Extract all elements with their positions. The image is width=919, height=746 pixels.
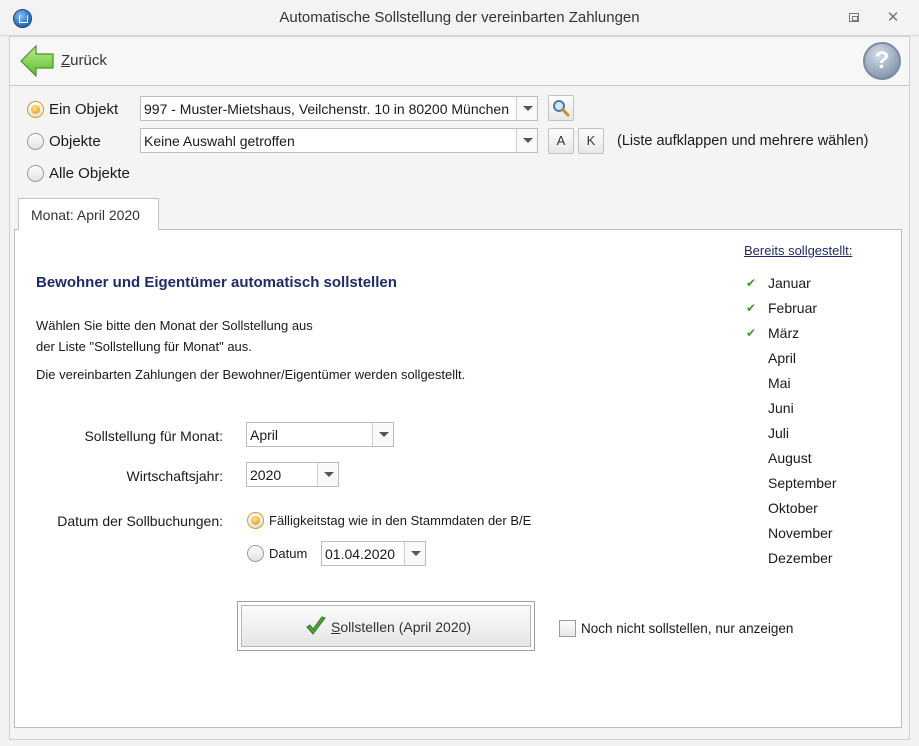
tab-month[interactable]: Monat: April 2020 (18, 198, 159, 230)
back-button[interactable]: Zurück (20, 43, 120, 79)
multi-object-value: Keine Auswahl getroffen (144, 133, 295, 149)
already-booked-title: Bereits sollgestellt: (744, 243, 853, 258)
single-object-label: Ein Objekt (49, 101, 119, 118)
chevron-down-icon[interactable] (372, 423, 393, 446)
month-item: Juli (768, 425, 790, 441)
chevron-down-icon[interactable] (404, 542, 425, 565)
month-value: April (250, 427, 279, 443)
search-object-button[interactable] (548, 95, 574, 121)
custom-date-radio[interactable] (247, 545, 264, 562)
month-label: Sollstellung für Monat: (84, 428, 223, 444)
month-item: Mai (768, 375, 791, 391)
single-object-value: 997 - Muster-Mietshaus, Veilchenstr. 10 … (144, 101, 509, 117)
chevron-down-icon[interactable] (317, 463, 338, 486)
month-item: Dezember (768, 550, 833, 566)
multi-object-label: Objekte (49, 133, 101, 150)
submit-button[interactable]: Sollstellen (April 2020) (237, 601, 535, 651)
back-label: Zurück (61, 52, 107, 69)
checkmark-icon (306, 616, 326, 635)
multi-object-radio[interactable] (27, 133, 44, 150)
tab-month-label: Monat: April 2020 (31, 207, 140, 223)
month-item: August (768, 450, 812, 466)
help-icon: ? (874, 47, 890, 74)
fiscal-year-label: Wirtschaftsjahr: (126, 468, 223, 484)
section-heading: Bewohner und Eigentümer automatisch soll… (36, 274, 397, 291)
instruction-line-3: Die vereinbarten Zahlungen der Bewohner/… (36, 367, 466, 382)
close-button[interactable]: ✕ (884, 9, 902, 27)
select-all-button[interactable]: A (548, 128, 574, 154)
fiscal-year-select[interactable]: 2020 (246, 462, 339, 487)
due-date-label: Fälligkeitstag wie in den Stammdaten der… (269, 513, 532, 528)
single-object-select[interactable]: 997 - Muster-Mietshaus, Veilchenstr. 10 … (140, 96, 538, 121)
chevron-down-icon[interactable] (516, 129, 537, 152)
window-title: Automatische Sollstellung der vereinbart… (279, 9, 640, 26)
checkmark-icon: ✔ (746, 276, 757, 290)
month-item: März (768, 325, 800, 341)
date-value: 01.04.2020 (325, 546, 396, 562)
back-arrow-icon (20, 45, 54, 77)
multi-object-hint: (Liste aufklappen und mehrere wählen) (617, 133, 869, 149)
submit-label: Sollstellen (April 2020) (331, 619, 472, 635)
checkmark-icon: ✔ (746, 326, 757, 340)
fiscal-year-value: 2020 (250, 467, 282, 483)
chevron-down-icon[interactable] (516, 97, 537, 120)
all-objects-label: Alle Objekte (49, 165, 130, 182)
month-item: Oktober (768, 500, 818, 516)
single-object-radio[interactable] (27, 101, 44, 118)
title-bar: Automatische Sollstellung der vereinbart… (0, 0, 919, 36)
month-item: Januar (768, 275, 811, 291)
custom-date-label: Datum (269, 546, 308, 561)
month-item: September (768, 475, 837, 491)
due-date-radio[interactable] (247, 512, 264, 529)
toolbar: Zurück ? (10, 37, 909, 86)
checkmark-icon: ✔ (746, 301, 757, 315)
booking-date-label: Datum der Sollbuchungen: (57, 513, 223, 529)
search-icon (553, 100, 570, 117)
all-objects-radio[interactable] (27, 165, 44, 182)
month-select[interactable]: April (246, 422, 394, 447)
restore-icon (849, 13, 859, 22)
select-k-button[interactable]: K (578, 128, 604, 154)
month-item: Juni (768, 400, 794, 416)
help-button[interactable]: ? (863, 42, 901, 80)
month-item: November (768, 525, 833, 541)
month-item: Februar (768, 300, 818, 316)
preview-only-label: Noch nicht sollstellen, nur anzeigen (581, 621, 794, 636)
close-icon: ✕ (886, 9, 900, 26)
date-picker[interactable]: 01.04.2020 (321, 541, 426, 566)
restore-button[interactable] (845, 9, 863, 27)
instruction-line-1: Wählen Sie bitte den Monat der Sollstell… (36, 318, 313, 333)
instruction-line-2: der Liste "Sollstellung für Monat" aus. (36, 339, 252, 354)
month-item: April (768, 350, 797, 366)
preview-only-checkbox[interactable] (559, 620, 576, 637)
multi-object-select[interactable]: Keine Auswahl getroffen (140, 128, 538, 153)
